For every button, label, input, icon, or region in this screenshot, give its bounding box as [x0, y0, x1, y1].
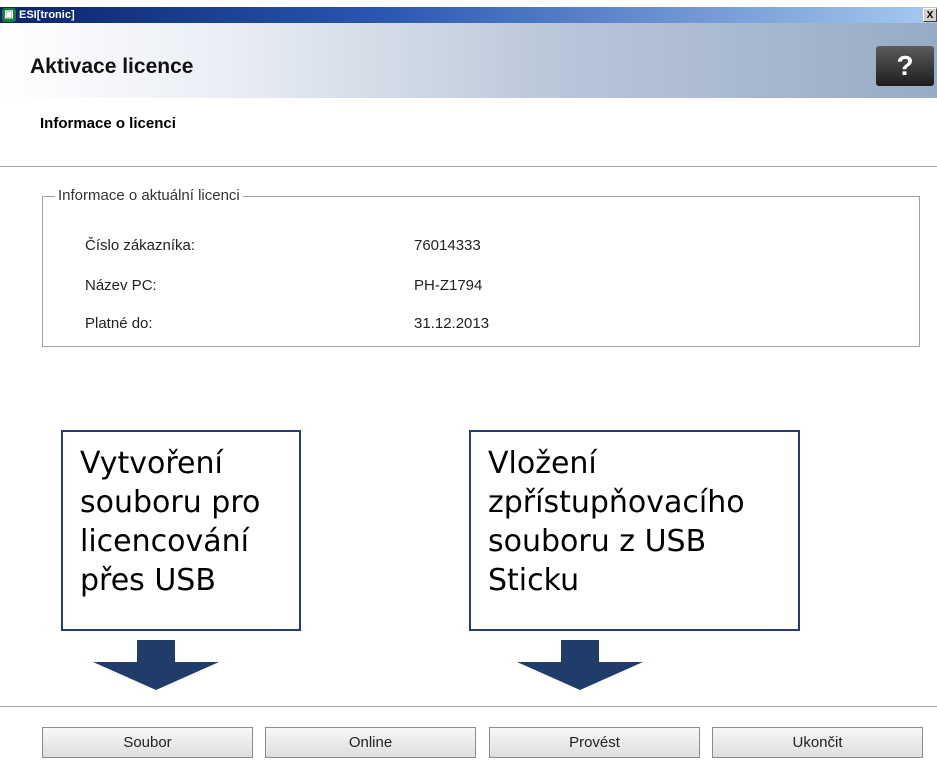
- down-arrow-icon: [517, 640, 643, 690]
- callout-line: Sticku: [488, 563, 580, 598]
- page-header: Aktivace licence: [0, 23, 937, 98]
- pc-name-label: Název PC:: [85, 277, 157, 294]
- license-info-legend: Informace o aktuální licenci: [55, 187, 243, 204]
- execute-button[interactable]: Provést: [489, 727, 700, 758]
- callout-line: souboru z USB: [488, 524, 707, 559]
- page-title: Aktivace licence: [30, 55, 194, 78]
- callout-line: přes USB: [80, 563, 216, 598]
- valid-until-label: Platné do:: [85, 315, 153, 332]
- customer-number-label: Číslo zákazníka:: [85, 237, 196, 254]
- section-header: Informace o licenci: [0, 98, 937, 167]
- footer-divider: [0, 706, 937, 707]
- customer-number-value: 76014333: [414, 237, 481, 254]
- file-button[interactable]: Soubor: [42, 727, 253, 758]
- window-close-button[interactable]: X: [923, 8, 937, 22]
- car-icon: ▣: [2, 8, 16, 22]
- callout-usb-license-file: Vytvoření souboru pro licencování přes U…: [61, 430, 301, 631]
- pc-name-value: PH-Z1794: [414, 277, 483, 294]
- callout-line: souboru pro: [80, 485, 261, 520]
- callout-line: Vytvoření: [80, 446, 223, 481]
- callout-line: Vložení: [488, 446, 597, 481]
- window-title-bar: ▣ ESI[tronic] X: [0, 7, 937, 23]
- exit-button[interactable]: Ukončit: [712, 727, 923, 758]
- window-title: ESI[tronic]: [19, 9, 75, 21]
- callout-line: zpřístupňovacího: [488, 485, 745, 520]
- online-button[interactable]: Online: [265, 727, 476, 758]
- down-arrow-icon: [93, 640, 219, 690]
- section-title: Informace o licenci: [40, 115, 176, 132]
- valid-until-value: 31.12.2013: [414, 315, 490, 332]
- help-button[interactable]: ?: [876, 46, 934, 86]
- callout-line: licencování: [80, 524, 249, 559]
- callout-insert-access-file: Vložení zpřístupňovacího souboru z USB S…: [469, 430, 800, 631]
